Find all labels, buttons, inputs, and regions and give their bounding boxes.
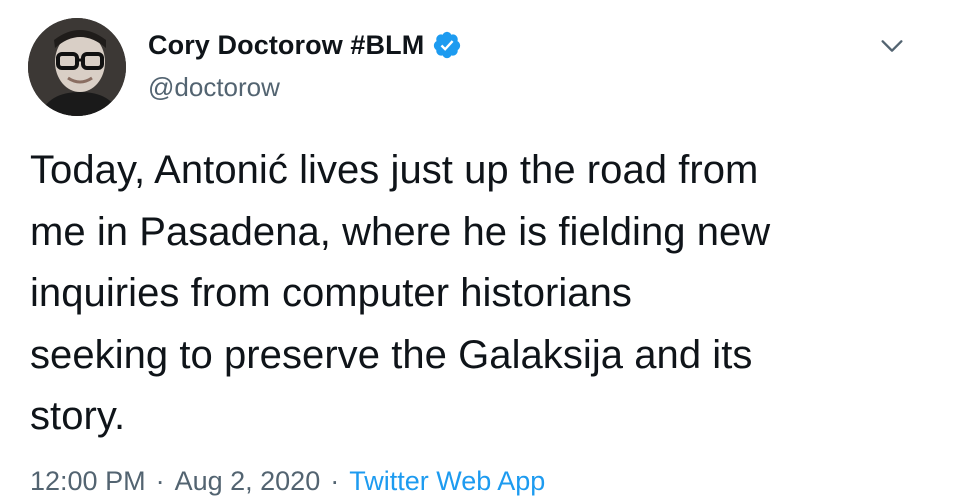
tweet-time[interactable]: 12:00 PM — [30, 466, 146, 497]
author-handle[interactable]: @doctorow — [148, 72, 280, 103]
tweet-date[interactable]: Aug 2, 2020 — [175, 466, 321, 497]
avatar-image — [28, 18, 126, 116]
display-name[interactable]: Cory Doctorow #BLM — [148, 30, 424, 61]
chevron-down-icon — [881, 40, 903, 52]
verified-badge-icon — [432, 30, 462, 60]
tweet-metadata: 12:00 PM · Aug 2, 2020 · Twitter Web App — [30, 466, 545, 497]
avatar[interactable] — [28, 18, 126, 116]
separator: · — [330, 466, 340, 496]
separator: · — [155, 466, 165, 496]
tweet-source-link[interactable]: Twitter Web App — [349, 466, 545, 497]
tweet-card: Cory Doctorow #BLM @doctorow Today, Anto… — [0, 0, 958, 496]
author-name-row: Cory Doctorow #BLM — [148, 27, 462, 63]
tweet-text: Today, Antonić lives just up the road fr… — [30, 148, 771, 438]
more-options-button[interactable] — [872, 28, 912, 64]
